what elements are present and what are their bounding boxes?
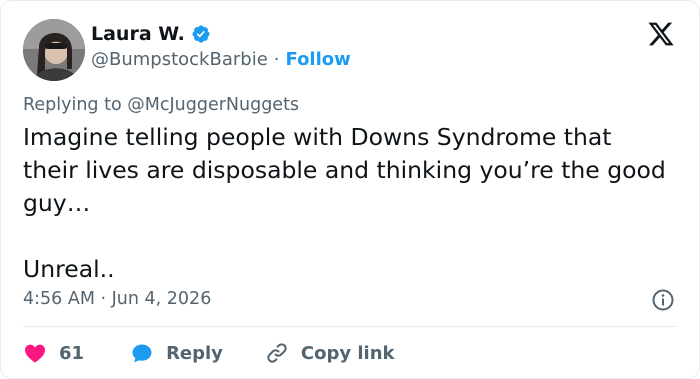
info-icon[interactable] bbox=[651, 288, 675, 312]
like-button[interactable]: 61 bbox=[23, 341, 84, 365]
separator-dot: · bbox=[273, 49, 280, 70]
tweet-timestamp[interactable]: 4:56 AM · Jun 4, 2026 bbox=[23, 289, 211, 309]
avatar[interactable] bbox=[23, 19, 85, 81]
verified-badge-icon bbox=[191, 24, 211, 44]
reply-button[interactable]: Reply bbox=[118, 341, 223, 365]
action-bar: 61 Reply Copy link bbox=[23, 339, 395, 367]
author-handle-row: @BumpstockBarbie · Follow bbox=[91, 49, 351, 70]
like-count: 61 bbox=[59, 342, 85, 364]
divider bbox=[23, 326, 677, 327]
link-icon bbox=[265, 341, 289, 365]
copy-link-label: Copy link bbox=[300, 342, 395, 364]
tweet-text: Imagine telling people with Downs Syndro… bbox=[23, 121, 673, 286]
heart-icon bbox=[23, 341, 47, 365]
reply-label: Reply bbox=[166, 342, 223, 364]
copy-link-button[interactable]: Copy link bbox=[253, 341, 395, 365]
author-display-name[interactable]: Laura W. bbox=[91, 23, 185, 45]
author-name-row: Laura W. bbox=[91, 21, 211, 47]
author-handle[interactable]: @BumpstockBarbie bbox=[91, 49, 268, 70]
x-logo-icon[interactable] bbox=[647, 20, 675, 48]
replying-to-prefix: Replying to bbox=[23, 95, 122, 115]
replying-to-mention[interactable]: @McJuggerNuggets bbox=[127, 95, 299, 115]
tweet-card: Laura W. @BumpstockBarbie · Follow Reply… bbox=[0, 0, 700, 379]
follow-button[interactable]: Follow bbox=[286, 49, 351, 70]
replying-to-line: Replying to @McJuggerNuggets bbox=[23, 95, 299, 115]
tweet-paragraph: Unreal.. bbox=[23, 255, 115, 283]
tweet-paragraph: Imagine telling people with Downs Syndro… bbox=[23, 123, 666, 217]
reply-bubble-icon bbox=[130, 341, 154, 365]
